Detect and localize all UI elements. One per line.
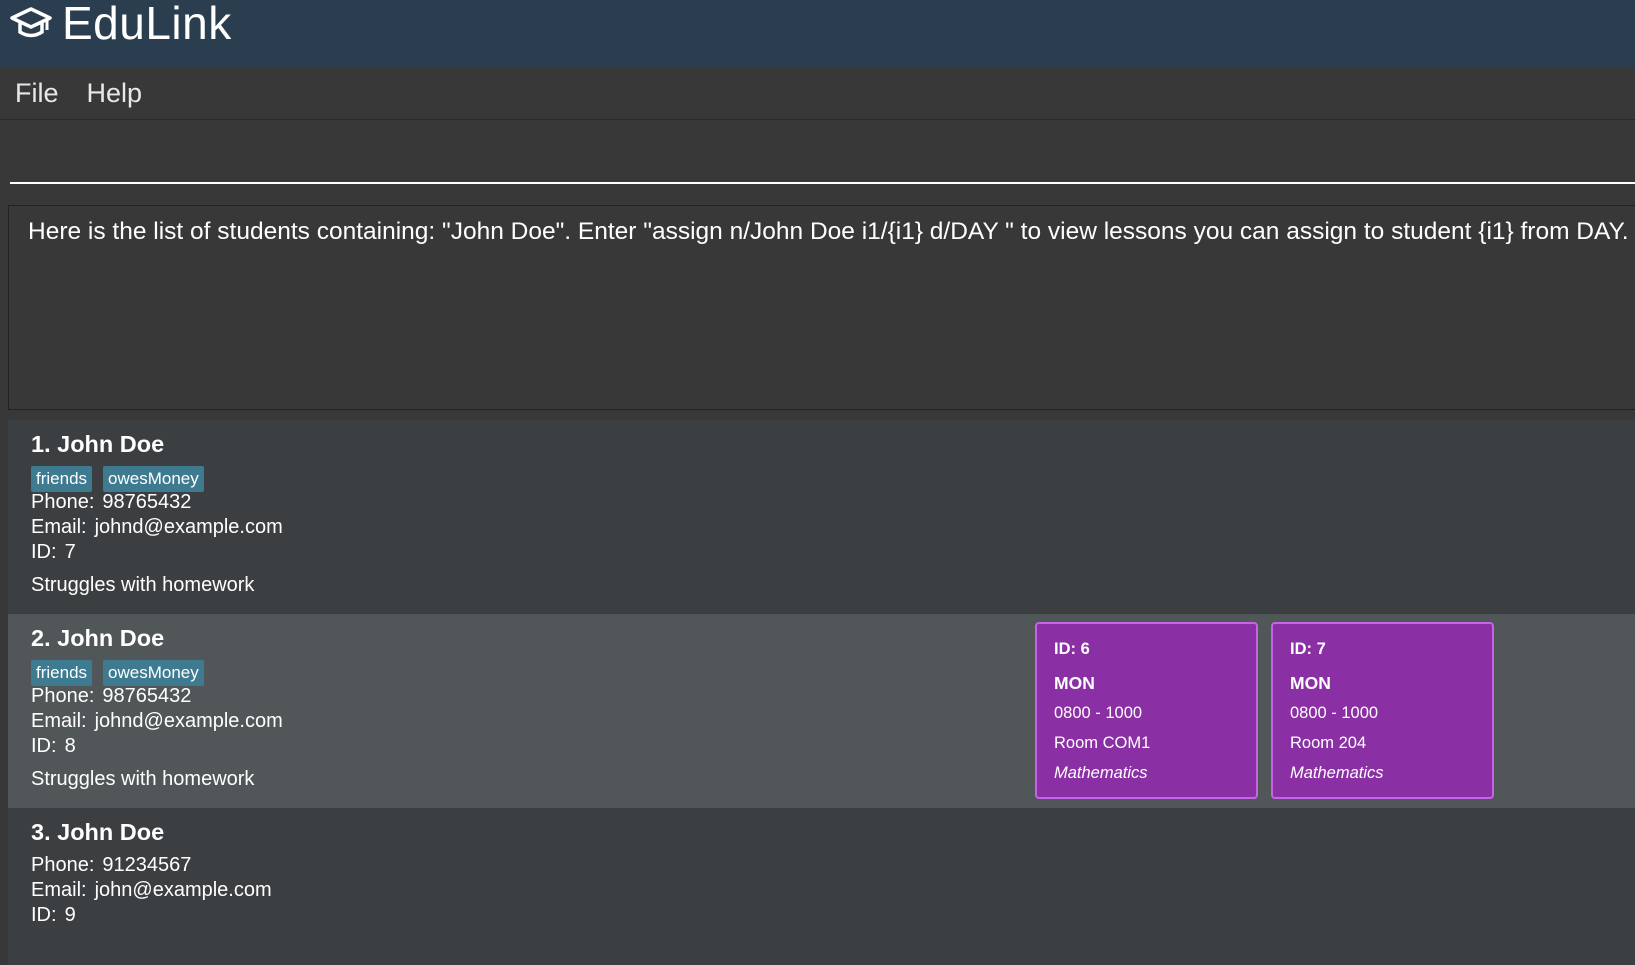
- phone-label: Phone:: [31, 854, 95, 876]
- lesson-card[interactable]: ID: 6 MON 0800 - 1000 Room COM1 Mathemat…: [1035, 622, 1258, 799]
- result-message: Here is the list of students containing:…: [28, 218, 1629, 245]
- lesson-subject: Mathematics: [1290, 764, 1384, 782]
- lesson-day: MON: [1290, 673, 1331, 693]
- id-value: 9: [64, 904, 76, 926]
- tag: owesMoney: [103, 466, 204, 492]
- phone-label: Phone:: [31, 685, 95, 707]
- email-label: Email:: [31, 879, 87, 901]
- student-email: Email: johnd@example.com: [31, 516, 283, 539]
- result-display: Here is the list of students containing:…: [0, 195, 1635, 420]
- student-card[interactable]: 1. John Doe friends owesMoney Phone: 9876…: [8, 420, 1635, 614]
- menu-bar: File Help: [0, 67, 1635, 120]
- tag: owesMoney: [103, 660, 204, 686]
- lesson-id: ID: 7: [1290, 640, 1326, 658]
- menu-file[interactable]: File: [15, 78, 59, 109]
- phone-value: 98765432: [102, 685, 192, 707]
- tag: friends: [31, 466, 93, 492]
- menu-help[interactable]: Help: [87, 78, 143, 109]
- command-box: [0, 120, 1635, 195]
- tag-list: friends owesMoney: [31, 466, 215, 492]
- student-list[interactable]: 1. John Doe friends owesMoney Phone: 9876…: [0, 420, 1635, 965]
- student-id: ID: 8: [31, 735, 76, 758]
- email-value: johnd@example.com: [94, 516, 283, 538]
- student-note: Struggles with homework: [31, 574, 255, 596]
- email-label: Email:: [31, 710, 87, 732]
- result-text-area[interactable]: Here is the list of students containing:…: [8, 205, 1635, 410]
- lesson-time: 0800 - 1000: [1054, 704, 1143, 722]
- phone-value: 98765432: [102, 491, 192, 513]
- student-email: Email: johnd@example.com: [31, 710, 283, 733]
- lesson-subject: Mathematics: [1054, 764, 1148, 782]
- id-label: ID:: [31, 735, 57, 757]
- lesson-id: ID: 6: [1054, 640, 1090, 658]
- student-id: ID: 7: [31, 541, 76, 564]
- student-note: Struggles with homework: [31, 768, 255, 790]
- student-email: Email: john@example.com: [31, 879, 272, 902]
- lesson-time: 0800 - 1000: [1290, 704, 1379, 722]
- id-value: 8: [64, 735, 76, 757]
- email-label: Email:: [31, 516, 87, 538]
- email-value: john@example.com: [94, 879, 272, 901]
- student-phone: Phone: 98765432: [31, 685, 191, 708]
- phone-label: Phone:: [31, 491, 95, 513]
- command-input[interactable]: [10, 128, 1635, 184]
- student-id: ID: 9: [31, 904, 76, 927]
- student-name: 1. John Doe: [31, 431, 165, 457]
- lesson-room: Room 204: [1290, 734, 1367, 752]
- tag-list: friends owesMoney: [31, 660, 215, 686]
- lesson-room: Room COM1: [1054, 734, 1151, 752]
- id-value: 7: [64, 541, 76, 563]
- student-card-selected[interactable]: 2. John Doe friends owesMoney Phone: 9876…: [8, 614, 1635, 808]
- phone-value: 91234567: [102, 854, 192, 876]
- title-bar: EduLink: [0, 0, 1635, 67]
- tag: friends: [31, 660, 93, 686]
- student-name: 2. John Doe: [31, 625, 165, 651]
- lesson-day: MON: [1054, 673, 1095, 693]
- lesson-card[interactable]: ID: 7 MON 0800 - 1000 Room 204 Mathemati…: [1271, 622, 1494, 799]
- student-card[interactable]: 3. John Doe Phone: 91234567 Email: john@ex…: [8, 808, 1635, 965]
- id-label: ID:: [31, 904, 57, 926]
- student-phone: Phone: 91234567: [31, 854, 191, 877]
- graduation-cap-icon: [10, 6, 52, 37]
- app-title: EduLink: [62, 0, 232, 49]
- email-value: johnd@example.com: [94, 710, 283, 732]
- student-phone: Phone: 98765432: [31, 491, 191, 514]
- student-name: 3. John Doe: [31, 819, 165, 845]
- id-label: ID:: [31, 541, 57, 563]
